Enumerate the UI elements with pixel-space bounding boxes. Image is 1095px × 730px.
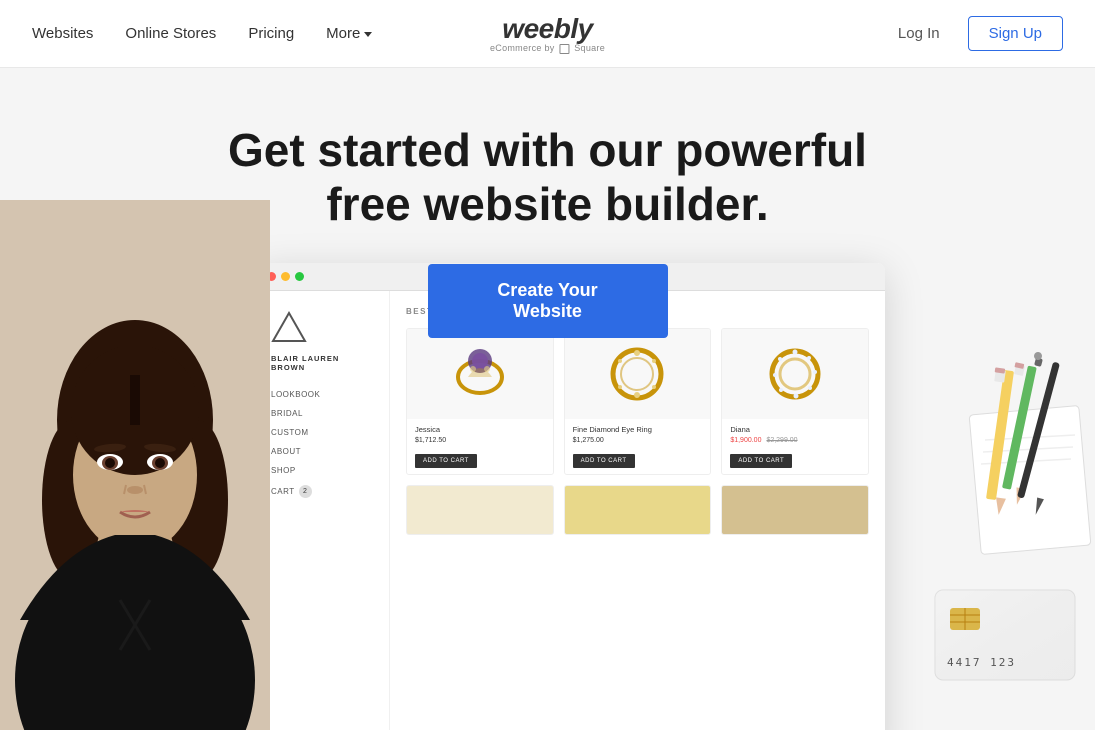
nav-more[interactable]: More xyxy=(326,25,372,42)
store-nav-bridal[interactable]: BRIDAL xyxy=(271,409,373,418)
add-to-cart-diamond[interactable]: ADD TO CART xyxy=(573,454,635,468)
chevron-down-icon xyxy=(364,32,372,37)
product-info-diamond: Fine Diamond Eye Ring $1,275.00 ADD TO C… xyxy=(565,419,711,474)
store-nav-about[interactable]: ABOUT xyxy=(271,447,373,456)
product-info-diana: Diana $1,900.00 $2,299.00 ADD TO CART xyxy=(722,419,868,474)
hero-section: Get started with our powerful free websi… xyxy=(0,68,1095,730)
product-card-partial-2 xyxy=(564,485,712,535)
store-brand-name: BLAIR LAUREN BROWN xyxy=(271,354,373,372)
login-button[interactable]: Log In xyxy=(886,17,952,50)
svg-text:4417 123: 4417 123 xyxy=(947,656,1016,669)
hero-headline: Get started with our powerful free websi… xyxy=(0,68,1095,338)
store-nav-lookbook[interactable]: LOOKBOOK xyxy=(271,390,373,399)
store-main: BEST SELLERS xyxy=(390,291,885,730)
product-original-price-diana: $2,299.00 xyxy=(766,437,797,444)
product-price-diana: $1,900.00 $2,299.00 xyxy=(730,437,860,444)
nav-online-stores[interactable]: Online Stores xyxy=(125,25,216,42)
store-sidebar: BLAIR LAUREN BROWN LOOKBOOK BRIDAL CUSTO… xyxy=(255,291,390,730)
product-price-jessica: $1,712.50 xyxy=(415,437,545,444)
product-img-diana xyxy=(722,329,868,419)
add-to-cart-jessica[interactable]: ADD TO CART xyxy=(415,454,477,468)
product-img-jessica xyxy=(407,329,553,419)
cart-badge: 2 xyxy=(299,485,312,498)
product-card-partial-3 xyxy=(721,485,869,535)
product-card-partial-1 xyxy=(406,485,554,535)
product-img-diamond xyxy=(565,329,711,419)
product-name-jessica: Jessica xyxy=(415,425,545,434)
store-nav-shop[interactable]: SHOP xyxy=(271,466,373,475)
nav-websites[interactable]: Websites xyxy=(32,25,93,42)
browser-content: BLAIR LAUREN BROWN LOOKBOOK BRIDAL CUSTO… xyxy=(255,291,885,730)
product-name-diana: Diana xyxy=(730,425,860,434)
nav-left: Websites Online Stores Pricing More xyxy=(32,25,372,42)
product-price-diamond: $1,275.00 xyxy=(573,437,703,444)
create-website-button[interactable]: Create Your Website xyxy=(428,264,668,338)
products-grid-row2 xyxy=(406,485,869,535)
product-name-diamond: Fine Diamond Eye Ring xyxy=(573,425,703,434)
add-to-cart-diana[interactable]: ADD TO CART xyxy=(730,454,792,468)
product-card-diana: Diana $1,900.00 $2,299.00 ADD TO CART xyxy=(721,328,869,475)
logo-text: weebly xyxy=(490,13,605,45)
hero-title: Get started with our powerful free websi… xyxy=(198,123,898,232)
store-nav-cart[interactable]: CART 2 xyxy=(271,485,373,498)
product-card-jessica: Jessica $1,712.50 ADD TO CART xyxy=(406,328,554,475)
logo-subtitle: eCommerce by Square xyxy=(490,43,605,54)
store-nav: LOOKBOOK BRIDAL CUSTOM ABOUT SHOP CART 2 xyxy=(271,390,373,498)
product-card-diamond: Fine Diamond Eye Ring $1,275.00 ADD TO C… xyxy=(564,328,712,475)
nav-pricing[interactable]: Pricing xyxy=(248,25,294,42)
right-illustration: 4417 123 xyxy=(895,350,1095,730)
product-sale-price-diana: $1,900.00 xyxy=(730,437,761,444)
nav-right: Log In Sign Up xyxy=(886,16,1063,51)
products-grid: Jessica $1,712.50 ADD TO CART xyxy=(406,328,869,475)
store-nav-custom[interactable]: CUSTOM xyxy=(271,428,373,437)
header: Websites Online Stores Pricing More weeb… xyxy=(0,0,1095,68)
product-info-jessica: Jessica $1,712.50 ADD TO CART xyxy=(407,419,553,474)
signup-button[interactable]: Sign Up xyxy=(968,16,1063,51)
logo: weebly eCommerce by Square xyxy=(490,13,605,54)
